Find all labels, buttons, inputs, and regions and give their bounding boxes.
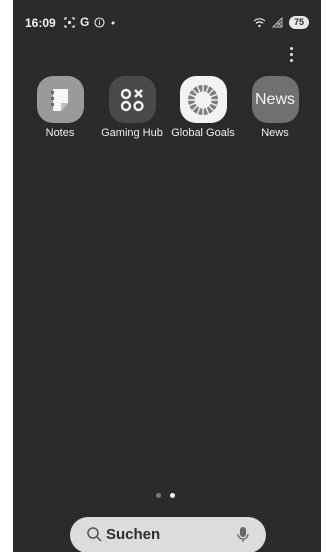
app-grid: Notes Gaming Hub Global Goals News News xyxy=(13,76,321,146)
search-bar[interactable]: Suchen xyxy=(70,517,266,552)
app-label: Notes xyxy=(45,127,75,139)
status-notification-icons: G xyxy=(64,15,116,29)
app-global-goals[interactable]: Global Goals xyxy=(165,76,241,139)
app-label: Gaming Hub xyxy=(101,127,163,139)
status-time: 16:09 xyxy=(25,16,56,30)
page-dot-2[interactable] xyxy=(170,493,175,498)
app-notes[interactable]: Notes xyxy=(22,76,98,139)
home-screen: 16:09 G 75 Notes Gaming Hub Global Goals… xyxy=(13,0,321,552)
gaming-hub-icon[interactable] xyxy=(108,76,156,123)
notes-icon[interactable] xyxy=(36,76,84,123)
page-indicator[interactable] xyxy=(156,493,175,498)
app-label: News xyxy=(261,127,289,139)
app-gaming-hub[interactable]: Gaming Hub xyxy=(94,76,170,139)
search-label: Suchen xyxy=(106,526,161,543)
screenshot-icon xyxy=(64,16,75,28)
app-news[interactable]: News News xyxy=(237,76,313,139)
no-signal-icon xyxy=(271,17,283,28)
google-icon: G xyxy=(80,15,90,29)
global-goals-icon[interactable] xyxy=(179,76,227,123)
wifi-icon xyxy=(253,18,266,28)
more-options-button[interactable] xyxy=(283,44,299,64)
app-label: Global Goals xyxy=(171,127,235,139)
dot-icon xyxy=(111,21,115,24)
news-icon[interactable]: News xyxy=(251,76,299,123)
info-icon xyxy=(94,16,105,28)
status-bar: 16:09 G 75 xyxy=(13,0,321,30)
status-system-icons: 75 xyxy=(253,16,309,29)
battery-level: 75 xyxy=(293,17,304,27)
page-dot-1[interactable] xyxy=(156,493,161,498)
search-icon xyxy=(87,527,102,542)
battery-indicator: 75 xyxy=(288,16,309,29)
news-icon-text: News xyxy=(254,90,295,108)
microphone-icon[interactable] xyxy=(236,526,250,544)
